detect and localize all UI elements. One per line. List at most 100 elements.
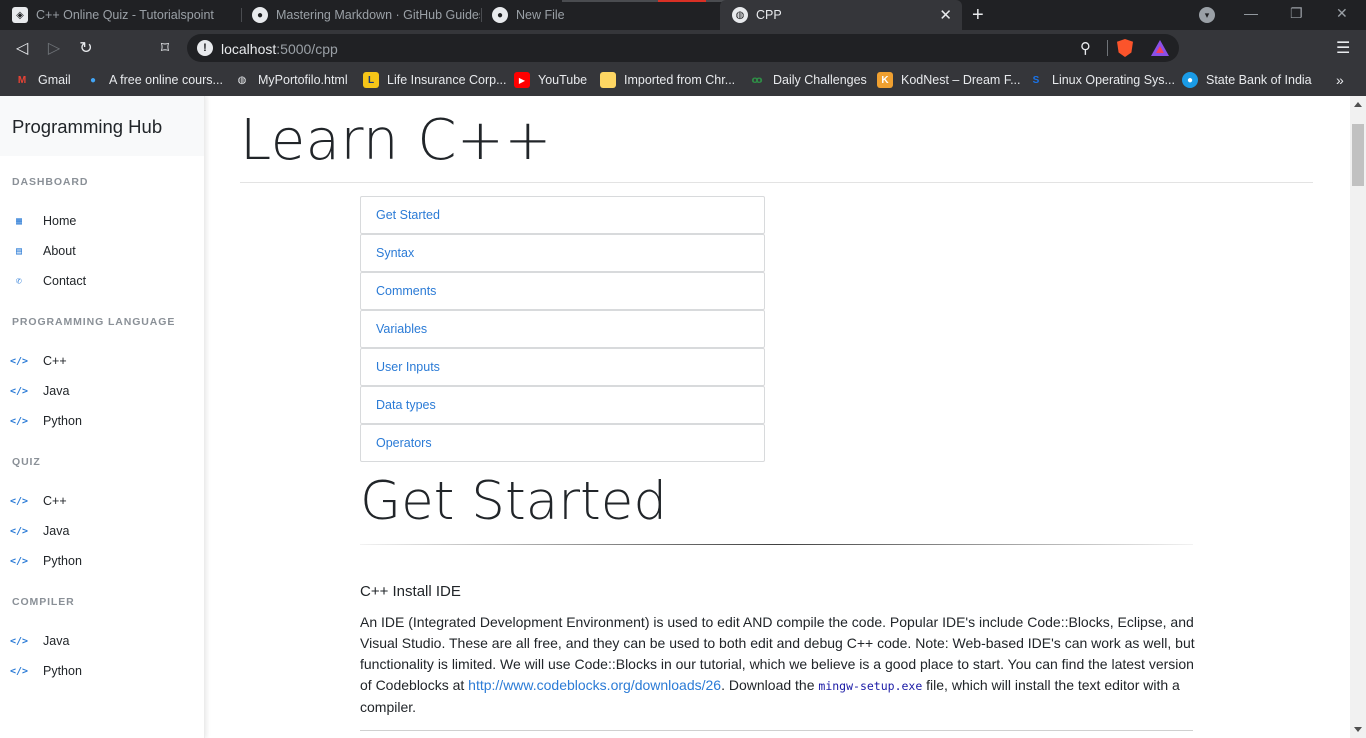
scroll-down-arrow-icon[interactable] <box>1354 727 1362 732</box>
sidebar-item-label: C++ <box>43 354 67 368</box>
more-bookmarks-icon[interactable]: » <box>1336 72 1344 88</box>
code-icon: </> <box>9 665 29 677</box>
bookmark-lic[interactable]: L Life Insurance Corp... <box>363 72 507 88</box>
scroll-up-arrow-icon[interactable] <box>1354 102 1362 107</box>
address-bar[interactable]: ! localhost:5000/cpp ⚲ <box>187 34 1179 62</box>
youtube-icon: ▶ <box>514 72 530 88</box>
bookmark-free-course[interactable]: ● A free online cours... <box>85 72 223 88</box>
sidebar-item-lang-python[interactable]: </> Python <box>10 414 82 428</box>
sidebar-heading-quiz: QUIZ <box>12 456 41 468</box>
bookmark-label: Life Insurance Corp... <box>387 73 507 87</box>
reload-icon[interactable]: ↻ <box>76 38 96 58</box>
topic-link-user-inputs[interactable]: User Inputs <box>360 348 765 386</box>
linux-s-icon: S <box>1032 74 1040 86</box>
bookmark-label: Linux Operating Sys... <box>1052 73 1175 87</box>
topic-link-comments[interactable]: Comments <box>360 272 765 310</box>
code-icon: </> <box>9 355 29 367</box>
lic-icon: L <box>363 72 379 88</box>
tab-title: New File <box>516 8 565 22</box>
url-host: localhost <box>221 41 277 57</box>
sidebar-item-lang-cpp[interactable]: </> C++ <box>9 354 67 368</box>
back-icon[interactable]: ◁ <box>12 38 32 58</box>
sidebar: Programming Hub DASHBOARD ▦ Home ▤ About… <box>0 96 205 738</box>
tab-title: CPP <box>756 8 782 22</box>
code-icon: </> <box>9 555 29 567</box>
bookmark-icon[interactable]: ⌑ <box>155 38 175 58</box>
bookmark-daily-challenges[interactable]: ꝏ Daily Challenges <box>749 72 866 88</box>
page-scrollbar[interactable] <box>1350 96 1366 738</box>
new-tab-button[interactable]: + <box>972 5 984 25</box>
title-divider <box>240 182 1313 183</box>
brave-shields-icon[interactable] <box>1117 39 1133 57</box>
bookmark-myportfolio[interactable]: ◍ MyPortofilo.html <box>234 72 348 88</box>
topic-link-get-started[interactable]: Get Started <box>360 196 765 234</box>
sidebar-heading-programming-language: PROGRAMMING LANGUAGE <box>12 316 176 328</box>
sidebar-item-label: Home <box>43 214 77 228</box>
gmail-icon: M <box>17 74 27 86</box>
code-icon: </> <box>9 495 29 507</box>
globe-icon: ◍ <box>237 74 247 86</box>
paragraph-text: . Download the <box>721 677 819 693</box>
sidebar-item-label: C++ <box>43 494 67 508</box>
restore-icon[interactable]: ❐ <box>1290 5 1303 22</box>
kodnest-icon: K <box>877 72 893 88</box>
tab-strip: ◈ C++ Online Quiz - Tutorialspoint ● Mas… <box>0 0 1366 30</box>
topic-link-variables[interactable]: Variables <box>360 310 765 348</box>
grid-icon: ▦ <box>15 215 23 227</box>
tab-cpp[interactable]: ◍ CPP ✕ <box>720 0 962 30</box>
scrollbar-thumb[interactable] <box>1352 124 1364 186</box>
menu-icon[interactable]: ☰ <box>1336 38 1350 58</box>
sidebar-item-about[interactable]: ▤ About <box>12 244 76 258</box>
sidebar-heading-dashboard: DASHBOARD <box>12 176 89 188</box>
brand-title[interactable]: Programming Hub <box>0 96 204 156</box>
sidebar-item-home[interactable]: ▦ Home <box>12 214 76 228</box>
bookmark-sbi[interactable]: ● State Bank of India <box>1182 72 1312 88</box>
bookmark-kodnest[interactable]: K KodNest – Dream F... <box>877 72 1021 88</box>
sidebar-item-quiz-java[interactable]: </> Java <box>10 524 69 538</box>
tab-new-file[interactable]: ● New File <box>480 0 720 30</box>
bookmark-gmail[interactable]: M Gmail <box>14 72 71 88</box>
sidebar-item-compiler-python[interactable]: </> Python <box>9 664 82 678</box>
brave-rewards-icon[interactable] <box>1151 40 1169 56</box>
phone-icon: ✆ <box>15 275 23 287</box>
minimize-icon[interactable]: — <box>1244 5 1258 21</box>
topic-link-syntax[interactable]: Syntax <box>360 234 765 272</box>
topic-link-operators[interactable]: Operators <box>360 424 765 462</box>
codeblocks-download-link[interactable]: http://www.codeblocks.org/downloads/26 <box>468 677 721 693</box>
section-subheading: C++ Install IDE <box>360 583 461 600</box>
sidebar-item-quiz-cpp[interactable]: </> C++ <box>9 494 67 508</box>
section-title: Get Started <box>360 471 668 532</box>
sidebar-item-lang-java[interactable]: </> Java <box>9 384 69 398</box>
tab-title: C++ Online Quiz - Tutorialspoint <box>36 8 214 22</box>
page-viewport: Programming Hub DASHBOARD ▦ Home ▤ About… <box>0 96 1366 738</box>
github-icon: ● <box>492 7 508 23</box>
section-paragraph: An IDE (Integrated Development Environme… <box>360 612 1195 718</box>
page-title: Learn C++ <box>240 108 552 173</box>
close-window-icon[interactable]: ✕ <box>1336 5 1348 22</box>
tab-search-icon[interactable]: ▾ <box>1199 7 1215 23</box>
forward-icon[interactable]: ▷ <box>44 38 64 58</box>
close-tab-icon[interactable]: ✕ <box>939 6 952 24</box>
bookmark-youtube[interactable]: ▶ YouTube <box>514 72 587 88</box>
tab-title: Mastering Markdown · GitHub Guides <box>276 8 480 22</box>
zoom-icon[interactable]: ⚲ <box>1080 39 1091 57</box>
sidebar-item-compiler-java[interactable]: </> Java <box>9 634 69 648</box>
github-icon: ● <box>252 7 268 23</box>
globe-icon: ◍ <box>732 7 748 23</box>
sidebar-item-contact[interactable]: ✆ Contact <box>12 274 86 288</box>
tutorialspoint-icon: ◈ <box>12 7 28 23</box>
sidebar-item-label: About <box>43 244 76 258</box>
code-icon: </> <box>9 635 29 647</box>
sidebar-item-quiz-python[interactable]: </> Python <box>9 554 82 568</box>
sbi-icon: ● <box>1182 72 1198 88</box>
sidebar-item-label: Python <box>43 414 82 428</box>
code-icon: </> <box>9 385 29 397</box>
site-info-icon[interactable]: ! <box>197 40 213 56</box>
bookmark-imported[interactable]: Imported from Chr... <box>600 72 735 88</box>
bookmark-linux[interactable]: S Linux Operating Sys... <box>1028 72 1175 88</box>
topic-link-data-types[interactable]: Data types <box>360 386 765 424</box>
tab-tutorialspoint[interactable]: ◈ C++ Online Quiz - Tutorialspoint <box>0 0 240 30</box>
tab-github-markdown[interactable]: ● Mastering Markdown · GitHub Guides <box>240 0 480 30</box>
url-text[interactable]: localhost:5000/cpp <box>221 41 338 57</box>
gfg-icon: ꝏ <box>751 74 763 86</box>
